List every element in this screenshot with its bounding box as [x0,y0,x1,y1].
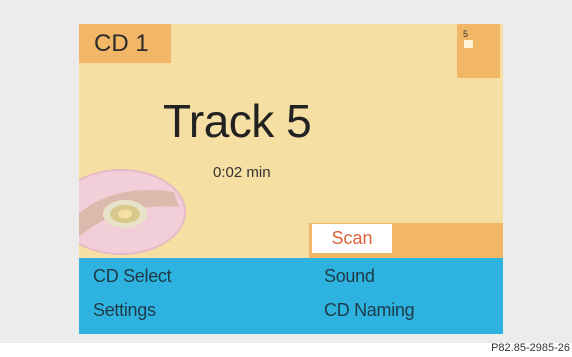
indicator-label: 5 [463,29,469,39]
disc-icon [79,169,186,255]
source-label: CD 1 [94,29,149,57]
figure-caption: P82.85-2985-26 [491,342,570,354]
scan-button[interactable]: Scan [312,224,392,253]
display-frame: CD 1 5 Track 5 0:02 min Scan CD Select S… [0,0,572,343]
source-tab[interactable]: CD 1 [79,24,171,63]
menu-item-sound[interactable]: Sound [324,266,375,287]
menu-item-cd-select[interactable]: CD Select [93,266,172,287]
menu-item-cd-naming[interactable]: CD Naming [324,300,415,321]
menu-item-settings[interactable]: Settings [93,300,156,321]
menu-bar: CD Select Sound Settings CD Naming [79,258,503,334]
status-indicator: 5 [457,24,500,78]
track-time: 0:02 min [213,164,271,181]
indicator-mark [464,40,473,48]
scan-label: Scan [331,228,373,248]
track-title: Track 5 [163,95,312,147]
audio-screen: CD 1 5 Track 5 0:02 min Scan CD Select S… [79,24,503,334]
